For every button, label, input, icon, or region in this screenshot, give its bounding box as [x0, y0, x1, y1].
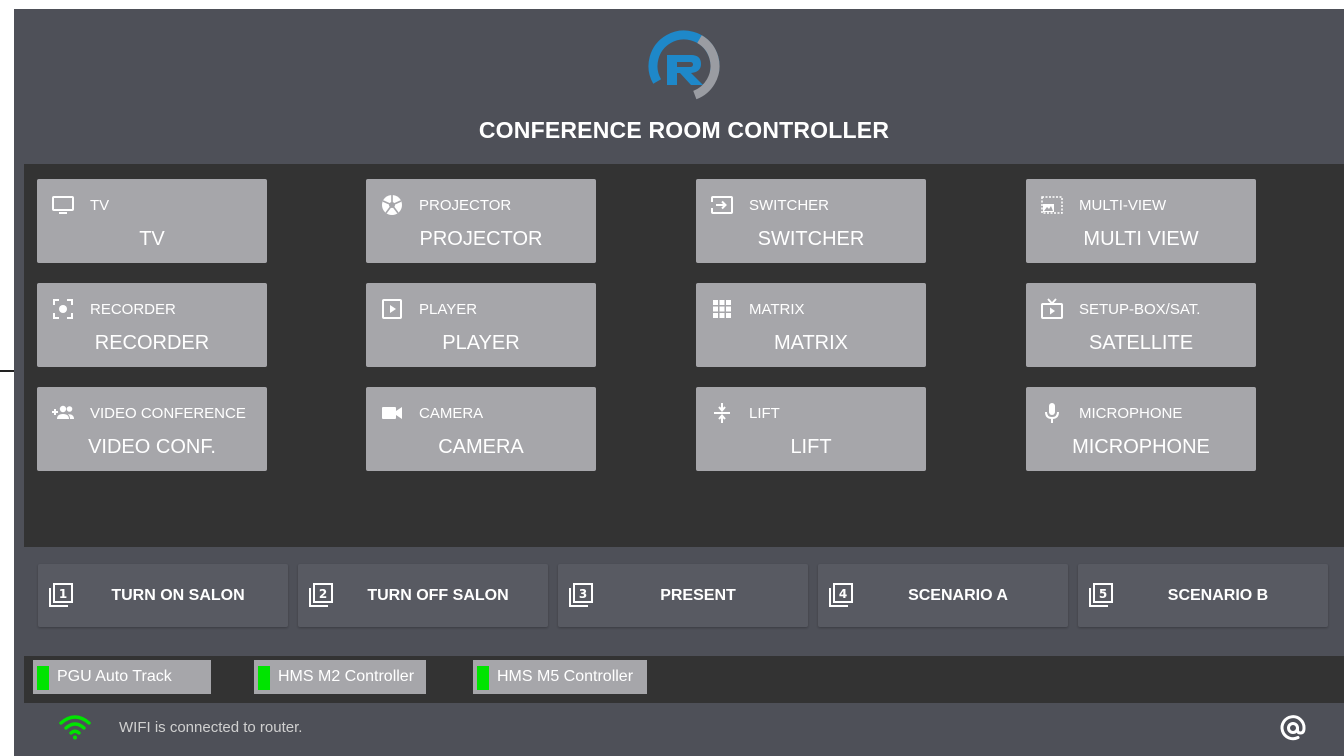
filter-5-icon: 5: [1088, 582, 1114, 608]
device-label: SETUP-BOX/SAT.: [1079, 301, 1201, 318]
device-player[interactable]: PLAYER PLAYER: [366, 283, 596, 367]
status-led: [477, 666, 489, 690]
controller-hms-m2[interactable]: HMS M2 Controller: [254, 660, 426, 694]
device-label: TV: [90, 197, 110, 214]
projector-icon: [380, 193, 404, 217]
status-led: [258, 666, 270, 690]
footer: WIFI is connected to router.: [14, 703, 1344, 756]
device-camera[interactable]: CAMERA CAMERA: [366, 387, 596, 471]
filter-2-icon: 2: [308, 582, 334, 608]
device-panel: TV TV PROJECTOR PROJECTOR SWITCHER SWITC…: [24, 164, 1344, 547]
scenario-button-scenario-b[interactable]: 5 SCENARIO B: [1078, 564, 1328, 627]
at-sign-icon[interactable]: [1278, 713, 1308, 743]
svg-text:3: 3: [579, 587, 587, 601]
device-satellite[interactable]: SETUP-BOX/SAT. SATELLITE: [1026, 283, 1256, 367]
device-switcher[interactable]: SWITCHER SWITCHER: [696, 179, 926, 263]
scenario-label: PRESENT: [660, 587, 736, 604]
scenario-button-turn-on-salon[interactable]: 1 TURN ON SALON: [38, 564, 288, 627]
device-multi-view[interactable]: MULTI-VIEW MULTI VIEW: [1026, 179, 1256, 263]
satellite-tv-icon: [1040, 297, 1064, 321]
app-window: CONFERENCE ROOM CONTROLLER TV TV PROJECT…: [14, 9, 1344, 756]
header: CONFERENCE ROOM CONTROLLER: [14, 9, 1344, 164]
device-name: SATELLITE: [1088, 332, 1194, 354]
matrix-icon: [710, 297, 734, 321]
device-name: MULTI VIEW: [1083, 228, 1199, 250]
page-title: CONFERENCE ROOM CONTROLLER: [478, 117, 890, 143]
group-add-icon: [51, 401, 75, 425]
tv-icon: [51, 193, 75, 217]
player-icon: [380, 297, 404, 321]
device-label: SWITCHER: [749, 197, 829, 214]
scenario-button-turn-off-salon[interactable]: 2 TURN OFF SALON: [298, 564, 548, 627]
device-microphone[interactable]: MICROPHONE MICROPHONE: [1026, 387, 1256, 471]
device-name: VIDEO CONF.: [88, 436, 216, 458]
lift-icon: [710, 401, 734, 425]
device-matrix[interactable]: MATRIX MATRIX: [696, 283, 926, 367]
device-name: CAMERA: [438, 436, 524, 458]
recorder-icon: [51, 297, 75, 321]
logo: [647, 29, 721, 103]
scenario-button-present[interactable]: 3 PRESENT: [558, 564, 808, 627]
device-projector[interactable]: PROJECTOR PROJECTOR: [366, 179, 596, 263]
microphone-icon: [1040, 401, 1064, 425]
controller-label: PGU Auto Track: [57, 668, 172, 685]
device-name: TV: [139, 228, 165, 250]
device-tv[interactable]: TV TV: [37, 179, 267, 263]
device-label: MATRIX: [749, 301, 805, 318]
scenario-label: SCENARIO B: [1167, 587, 1269, 604]
scenario-label: TURN OFF SALON: [367, 587, 509, 604]
scenario-label: SCENARIO A: [908, 587, 1008, 604]
controller-status-bar: PGU Auto Track HMS M2 Controller HMS M5 …: [24, 656, 1344, 703]
multi-view-icon: [1040, 193, 1064, 217]
device-name: MICROPHONE: [1072, 436, 1210, 458]
device-label: VIDEO CONFERENCE: [90, 405, 246, 422]
device-label: LIFT: [749, 405, 780, 422]
scenario-bar: 1 TURN ON SALON 2 TURN OFF SALON 3 PRESE…: [24, 547, 1344, 647]
scenario-label: TURN ON SALON: [111, 587, 245, 604]
device-label: PLAYER: [419, 301, 478, 318]
device-recorder[interactable]: RECORDER RECORDER: [37, 283, 267, 367]
controller-label: HMS M5 Controller: [497, 668, 634, 685]
svg-text:2: 2: [319, 587, 327, 601]
device-name: RECORDER: [94, 332, 210, 354]
status-led: [37, 666, 49, 690]
controller-hms-m5[interactable]: HMS M5 Controller: [473, 660, 647, 694]
camera-icon: [380, 401, 404, 425]
wifi-icon: [59, 714, 91, 740]
filter-1-icon: 1: [48, 582, 74, 608]
filter-4-icon: 4: [828, 582, 854, 608]
device-label: MICROPHONE: [1079, 405, 1183, 422]
wifi-status-text: WIFI is connected to router.: [119, 719, 303, 736]
device-label: CAMERA: [419, 405, 484, 422]
device-name: MATRIX: [773, 332, 849, 354]
device-label: RECORDER: [90, 301, 176, 318]
controller-pgu-auto-track[interactable]: PGU Auto Track: [33, 660, 211, 694]
svg-text:5: 5: [1099, 587, 1107, 601]
switcher-icon: [710, 193, 734, 217]
device-name: PROJECTOR: [419, 228, 543, 250]
device-name: LIFT: [790, 436, 832, 458]
svg-text:1: 1: [59, 587, 67, 601]
scenario-button-scenario-a[interactable]: 4 SCENARIO A: [818, 564, 1068, 627]
edge-line: [0, 370, 14, 372]
svg-text:4: 4: [839, 587, 847, 601]
device-lift[interactable]: LIFT LIFT: [696, 387, 926, 471]
device-label: MULTI-VIEW: [1079, 197, 1167, 214]
device-video-conference[interactable]: VIDEO CONFERENCE VIDEO CONF.: [37, 387, 267, 471]
filter-3-icon: 3: [568, 582, 594, 608]
device-name: SWITCHER: [757, 228, 865, 250]
controller-label: HMS M2 Controller: [278, 668, 415, 685]
device-name: PLAYER: [442, 332, 520, 354]
device-label: PROJECTOR: [419, 197, 512, 214]
